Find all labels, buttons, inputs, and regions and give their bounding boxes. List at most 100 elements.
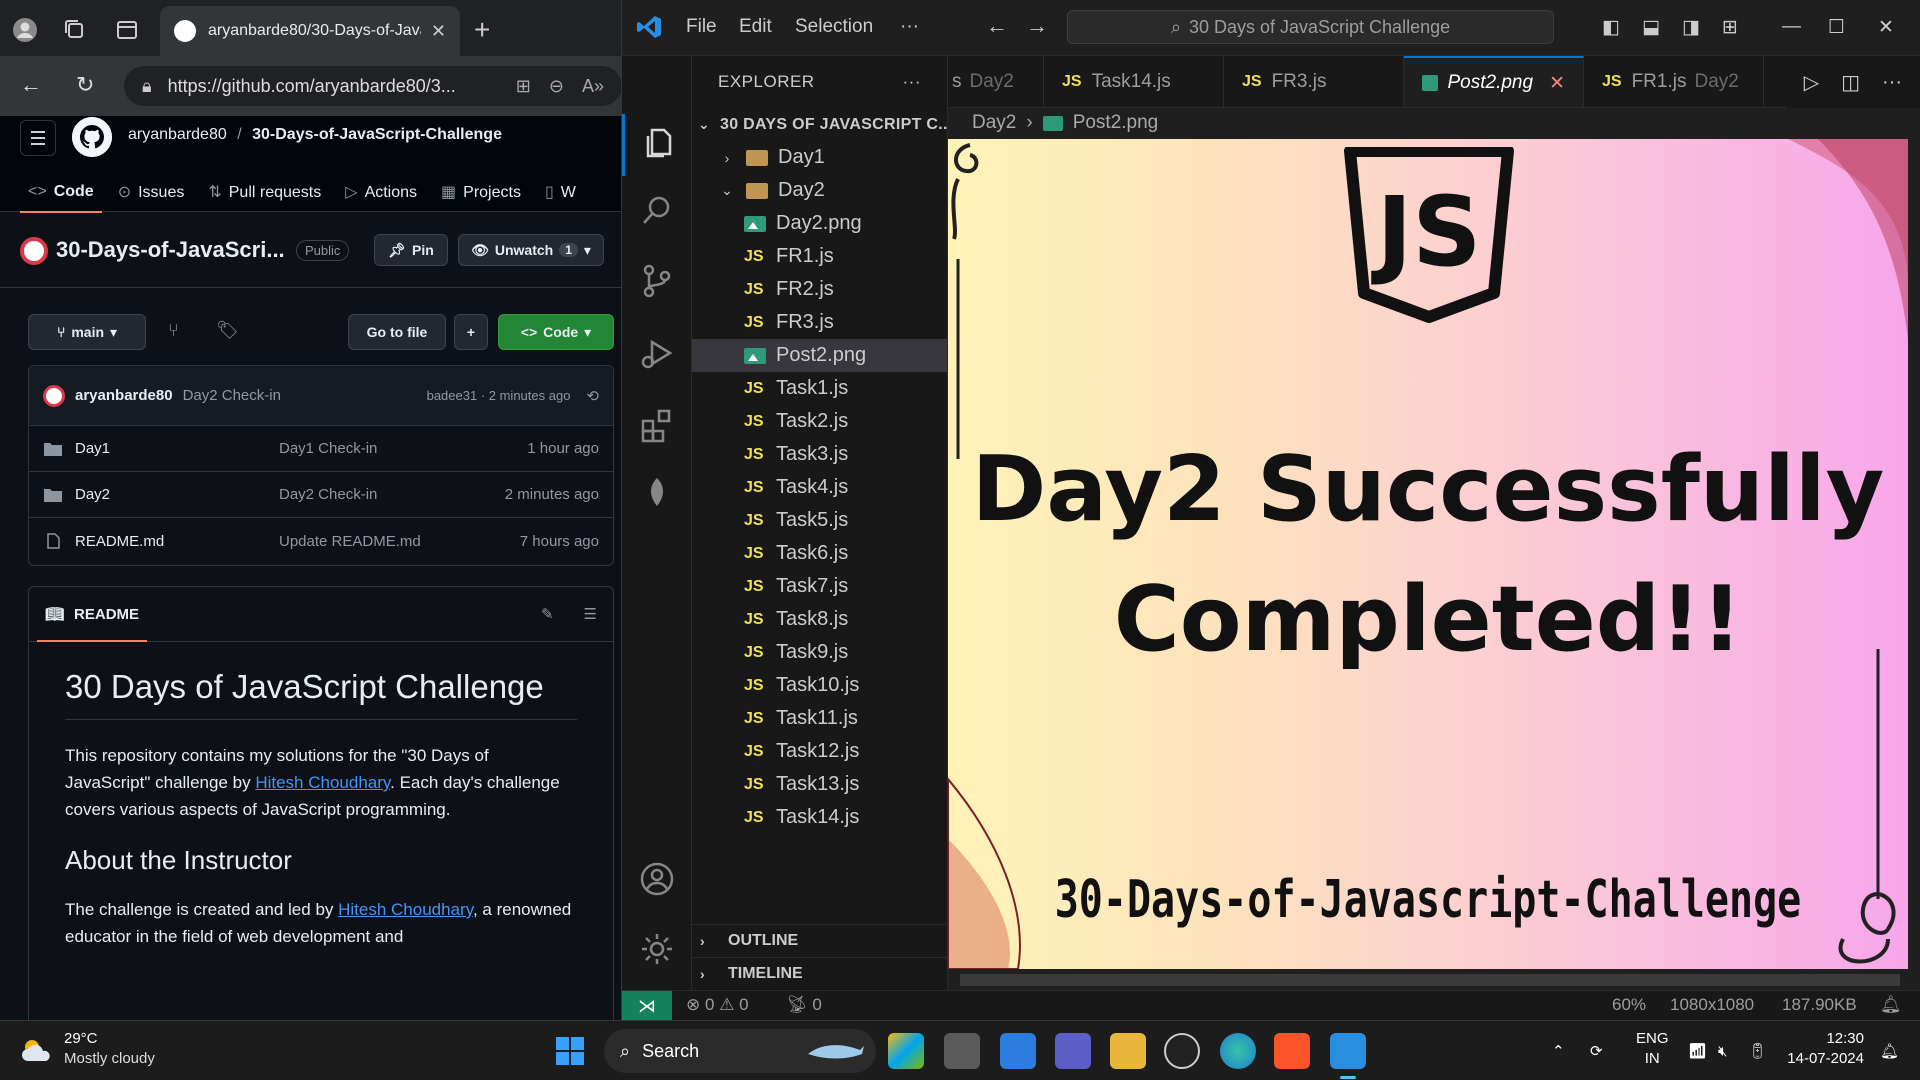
nav-back-icon[interactable]: ← (986, 13, 1008, 39)
breadcrumb-folder[interactable]: Day2 (972, 112, 1016, 134)
menu-more[interactable]: ··· (900, 16, 919, 38)
vscode-app-icon[interactable] (1330, 1033, 1366, 1079)
notifications-bell-icon[interactable]: 🔔︎ (1880, 995, 1902, 1015)
command-center-search[interactable]: ⌕ 30 Days of JavaScript Challenge (1067, 10, 1554, 44)
sync-icon[interactable]: ⟳ (1590, 1021, 1603, 1080)
search-icon[interactable] (638, 192, 676, 230)
file-commit-message[interactable]: Update README.md (279, 533, 520, 550)
leaf-extension-icon[interactable] (638, 474, 676, 512)
table-row[interactable]: README.md Update README.md 7 hours ago (29, 518, 613, 564)
reload-icon[interactable]: ↻ (76, 72, 94, 98)
table-row[interactable]: Day2 Day2 Check-in 2 minutes ago (29, 472, 613, 518)
more-actions-icon[interactable]: ··· (1882, 71, 1902, 94)
volume-muted-icon[interactable]: 🔇︎ (1718, 1021, 1727, 1080)
extensions-icon[interactable] (638, 406, 676, 444)
tree-file[interactable]: JS Task7.js (692, 570, 947, 603)
tree-file[interactable]: JS Task6.js (692, 537, 947, 570)
profile-icon[interactable] (12, 17, 38, 43)
split-editor-icon[interactable]: ◫ (1841, 70, 1860, 95)
battery-icon[interactable]: 🔋︎ (1748, 1021, 1767, 1080)
tray-overflow-icon[interactable]: ⌃ (1552, 1021, 1565, 1080)
repo-link[interactable]: 30-Days-of-JavaScript-Challenge (252, 126, 502, 143)
tree-file[interactable]: JS Task13.js (692, 768, 947, 801)
outline-section[interactable]: › OUTLINE (692, 924, 947, 957)
file-explorer-icon[interactable] (1110, 1033, 1146, 1069)
toggle-panel-icon[interactable]: ⬓ (1642, 16, 1660, 39)
tree-file[interactable]: JS Task14.js (692, 801, 947, 834)
tab-wiki[interactable]: ▯ W (545, 182, 576, 202)
clock[interactable]: 12:30 14-07-2024 (1787, 1029, 1864, 1069)
file-commit-message[interactable]: Day1 Check-in (279, 440, 527, 457)
outline-list-icon[interactable]: ☰ (584, 605, 597, 623)
tree-file[interactable]: JS Task2.js (692, 405, 947, 438)
breadcrumb-file[interactable]: Post2.png (1073, 112, 1159, 134)
edit-icon[interactable]: ✎ (541, 605, 554, 623)
unwatch-button[interactable]: 👁︎ Unwatch 1 ▾ (458, 234, 604, 266)
instructor-link[interactable]: Hitesh Choudhary (338, 900, 473, 919)
commit-message[interactable]: Day2 Check-in (183, 387, 281, 404)
table-row[interactable]: Day1 Day1 Check-in 1 hour ago (29, 426, 613, 472)
url-field[interactable]: 🔒︎ https://github.com/aryanbarde80/3... … (124, 66, 621, 106)
tab-actions-icon[interactable] (114, 17, 140, 43)
copilot-app-icon[interactable] (888, 1033, 924, 1069)
zoom-icon[interactable]: ⊖ (549, 76, 564, 97)
tree-file[interactable]: JS Task5.js (692, 504, 947, 537)
edge-browser-icon[interactable] (1220, 1033, 1256, 1069)
minimize-icon[interactable]: — (1782, 16, 1801, 38)
ports-indicator[interactable]: 📡︎ 0 (786, 995, 822, 1015)
tree-file[interactable]: JS FR3.js (692, 306, 947, 339)
branch-select-button[interactable]: ⑂ main ▾ (28, 314, 146, 350)
go-to-file-button[interactable]: Go to file (348, 314, 446, 350)
tree-file[interactable]: JS Task10.js (692, 669, 947, 702)
settings-gear-icon[interactable] (638, 930, 676, 968)
tree-file[interactable]: JS Task11.js (692, 702, 947, 735)
problems-indicator[interactable]: ⊗ 0 ⚠ 0 (686, 995, 749, 1015)
nav-forward-icon[interactable]: → (1026, 13, 1048, 39)
wifi-icon[interactable]: 📶︎ (1688, 1021, 1707, 1080)
file-commit-message[interactable]: Day2 Check-in (279, 486, 505, 503)
tree-file[interactable]: Day2.png (692, 207, 947, 240)
file-name[interactable]: Day1 (75, 440, 279, 457)
close-window-icon[interactable]: ✕ (1878, 16, 1894, 39)
tab-issues[interactable]: ⊙ Issues (118, 182, 185, 202)
store-app-icon[interactable] (1000, 1033, 1036, 1069)
tree-folder[interactable]: › Day1 (692, 141, 947, 174)
start-button[interactable] (556, 1037, 584, 1065)
tree-file[interactable]: JS FR1.js (692, 240, 947, 273)
tree-file[interactable]: JS Task8.js (692, 603, 947, 636)
run-debug-icon[interactable] (638, 334, 676, 372)
remote-indicator-icon[interactable]: ⋊ (622, 991, 672, 1020)
tab-projects[interactable]: ▦ Projects (441, 182, 521, 202)
toggle-secondary-sidebar-icon[interactable]: ◨ (1682, 16, 1700, 39)
close-tab-icon[interactable]: ✕ (431, 21, 446, 42)
notification-icon[interactable]: 🔔︎ (1880, 1021, 1899, 1080)
source-control-icon[interactable] (638, 262, 676, 300)
hamburger-menu-button[interactable] (20, 120, 56, 156)
tree-file[interactable]: JS FR2.js (692, 273, 947, 306)
browser-tab-github[interactable]: aryanbarde80/30-Days-of-JavaSc ✕ (160, 6, 460, 56)
owner-link[interactable]: aryanbarde80 (128, 126, 227, 143)
run-icon[interactable]: ▷ (1804, 70, 1819, 95)
editor-tab[interactable]: JS Task14.js (1044, 56, 1224, 107)
code-button[interactable]: <> Code ▾ (498, 314, 614, 350)
tree-folder[interactable]: ⌄ Day2 (692, 174, 947, 207)
add-file-button[interactable]: + (454, 314, 488, 350)
app-available-icon[interactable]: ⊞ (516, 76, 531, 97)
tree-file[interactable]: Post2.png (692, 339, 947, 372)
zoom-level[interactable]: 60% (1612, 995, 1646, 1015)
repo-title[interactable]: 30-Days-of-JavaScri... (56, 237, 285, 263)
pin-button[interactable]: 📌︎ Pin (374, 234, 448, 266)
workspace-root[interactable]: ⌄ 30 DAYS OF JAVASCRIPT C... (692, 108, 947, 141)
editor-tab[interactable]: JS FR3.js (1224, 56, 1404, 107)
brave-browser-icon[interactable] (1274, 1033, 1310, 1069)
tree-file[interactable]: JS Task1.js (692, 372, 947, 405)
tree-file[interactable]: JS Task12.js (692, 735, 947, 768)
branches-icon[interactable]: ⑂ (168, 320, 179, 341)
workspaces-icon[interactable] (62, 17, 88, 43)
commit-meta[interactable]: badee31 · 2 minutes ago (427, 388, 571, 403)
explorer-icon[interactable] (638, 124, 676, 162)
close-tab-icon[interactable]: ✕ (1549, 72, 1565, 95)
customize-layout-icon[interactable]: ⊞ (1722, 16, 1738, 39)
tree-file[interactable]: JS Task4.js (692, 471, 947, 504)
read-aloud-icon[interactable]: A» (582, 76, 604, 97)
